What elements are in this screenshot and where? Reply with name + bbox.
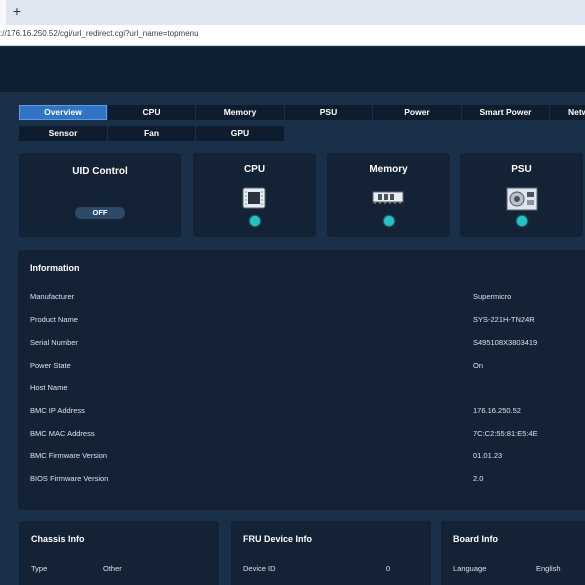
info-label: Host Name	[30, 383, 68, 392]
info-row-manufacturer: Manufacturer Supermicro	[30, 292, 585, 308]
info-row-bmc-firmware: BMC Firmware Version 01.01.23	[30, 451, 585, 467]
info-row-host-name: Host Name	[30, 383, 585, 399]
tab-fan[interactable]: Fan	[108, 126, 195, 141]
tab-power[interactable]: Power	[373, 105, 461, 120]
info-row-bios-firmware: BIOS Firmware Version 2.0	[30, 474, 585, 490]
psu-status-icon	[517, 216, 527, 226]
information-panel: Information Manufacturer Supermicro Produ…	[18, 250, 585, 510]
uid-control-card: UID Control OFF	[19, 153, 181, 237]
info-row-bmc-mac: BMC MAC Address 7C:C2:55:81:E5:4E	[30, 429, 585, 445]
info-label: BMC IP Address	[30, 406, 85, 415]
board-info-title: Board Info	[453, 534, 498, 544]
chassis-info-title: Chassis Info	[31, 534, 85, 544]
power-supply-icon	[506, 187, 538, 211]
fru-device-id-value: 0	[386, 564, 391, 573]
uid-control-title: UID Control	[72, 166, 128, 177]
chassis-info-card: Chassis Info Type Other	[19, 521, 219, 585]
info-value: SYS-221H-TN24R	[473, 315, 535, 324]
tab-memory[interactable]: Memory	[196, 105, 284, 120]
tab-smart-power[interactable]: Smart Power	[462, 105, 549, 120]
info-label: BIOS Firmware Version	[30, 474, 109, 483]
fru-device-info-title: FRU Device Info	[243, 534, 313, 544]
info-label: BMC MAC Address	[30, 429, 95, 438]
cpu-chip-icon	[242, 187, 266, 209]
board-language-value: English	[536, 564, 561, 573]
tab-psu[interactable]: PSU	[285, 105, 372, 120]
info-label: Product Name	[30, 315, 78, 324]
psu-card-title: PSU	[511, 164, 532, 175]
cpu-card-title: CPU	[243, 164, 266, 175]
new-tab-button[interactable]: +	[8, 2, 26, 20]
info-value: Supermicro	[473, 292, 512, 301]
top-header	[0, 47, 585, 92]
browser-tab[interactable]	[0, 0, 6, 25]
info-value: On	[473, 361, 484, 370]
info-row-product-name: Product Name SYS-221H-TN24R	[30, 315, 585, 331]
memory-status-icon	[384, 216, 394, 226]
cpu-status-icon	[250, 216, 260, 226]
tab-network[interactable]: Netw	[550, 105, 585, 120]
url-text[interactable]: ://176.16.250.52/cgi/url_redirect.cgi?ur…	[0, 29, 199, 38]
board-info-card: Board Info Language English	[441, 521, 585, 585]
tab-gpu[interactable]: GPU	[196, 126, 284, 141]
chassis-type-label: Type	[31, 564, 48, 573]
info-value: 2.0	[473, 474, 484, 483]
info-row-bmc-ip: BMC IP Address 176.16.250.52	[30, 406, 585, 422]
fru-device-info-card: FRU Device Info Device ID 0	[231, 521, 431, 585]
info-label: Power State	[30, 361, 71, 370]
memory-module-icon	[372, 191, 404, 204]
info-label: Serial Number	[30, 338, 78, 347]
chassis-type-value: Other	[103, 564, 122, 573]
psu-card[interactable]: PSU	[460, 153, 583, 237]
info-label: BMC Firmware Version	[30, 451, 108, 460]
uid-toggle-button[interactable]: OFF	[75, 207, 125, 219]
info-value: 176.16.250.52	[473, 406, 521, 415]
info-value: S495108X3803419	[473, 338, 538, 347]
info-row-power-state: Power State On	[30, 361, 585, 377]
tab-overview[interactable]: Overview	[19, 105, 107, 120]
tab-sensor[interactable]: Sensor	[19, 126, 107, 141]
fru-device-id-label: Device ID	[243, 564, 276, 573]
board-language-label: Language	[453, 564, 487, 573]
address-bar[interactable]: ://176.16.250.52/cgi/url_redirect.cgi?ur…	[0, 25, 585, 46]
info-row-serial-number: Serial Number S495108X3803419	[30, 338, 585, 354]
tab-cpu[interactable]: CPU	[108, 105, 195, 120]
browser-tab-bar: +	[0, 0, 585, 25]
info-value: 01.01.23	[473, 451, 503, 460]
information-title: Information	[30, 263, 80, 273]
cpu-card[interactable]: CPU	[193, 153, 316, 237]
info-label: Manufacturer	[30, 292, 75, 301]
memory-card[interactable]: Memory	[327, 153, 450, 237]
info-value: 7C:C2:55:81:E5:4E	[473, 429, 538, 438]
memory-card-title: Memory	[369, 164, 408, 175]
